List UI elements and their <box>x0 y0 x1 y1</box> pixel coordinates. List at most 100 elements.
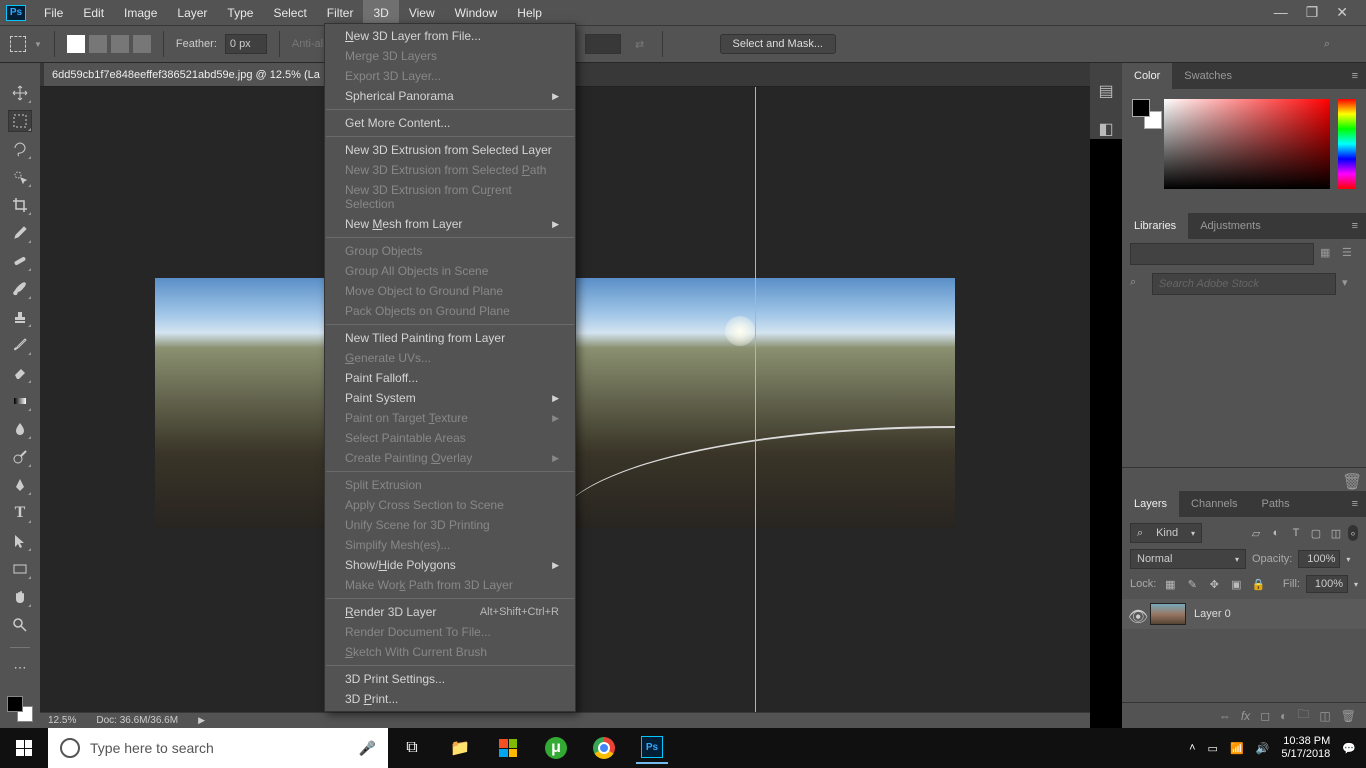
dodge-tool[interactable] <box>9 447 31 467</box>
menu-item[interactable]: Get More Content... <box>325 113 575 133</box>
mask-icon[interactable]: ◻ <box>1260 709 1270 723</box>
blur-tool[interactable] <box>9 419 31 439</box>
fill-input[interactable]: 100% <box>1306 575 1348 593</box>
tab-color[interactable]: Color <box>1122 63 1172 89</box>
layer-filter-kind[interactable]: ⌕Kind▾ <box>1130 523 1202 543</box>
menu-select[interactable]: Select <box>263 0 316 25</box>
zoom-tool[interactable] <box>9 615 31 635</box>
new-layer-icon[interactable]: ◫ <box>1319 709 1330 723</box>
shape-tool[interactable] <box>9 559 31 579</box>
type-tool[interactable]: T <box>9 503 31 523</box>
visibility-icon[interactable]: 👁 <box>1128 607 1142 621</box>
layer-name[interactable]: Layer 0 <box>1194 608 1231 620</box>
link-layers-icon[interactable]: ⇔ <box>1219 709 1231 723</box>
tray-expand-icon[interactable]: ˄ <box>1189 742 1195 754</box>
tab-adjustments[interactable]: Adjustments <box>1188 213 1273 239</box>
filter-adjust-icon[interactable]: ◐ <box>1268 525 1284 541</box>
group-icon[interactable]: 🗀 <box>1297 705 1309 726</box>
eraser-tool[interactable] <box>9 363 31 383</box>
pen-tool[interactable] <box>9 475 31 495</box>
eyedropper-tool[interactable] <box>9 223 31 243</box>
delete-layer-icon[interactable]: 🗑 <box>1341 709 1356 723</box>
lock-artboard-icon[interactable]: ▣ <box>1228 576 1244 592</box>
menu-item[interactable]: New Mesh from Layer▶ <box>325 214 575 234</box>
lock-all-icon[interactable]: 🔒 <box>1250 576 1266 592</box>
grid-view-icon[interactable]: ▦ <box>1320 246 1336 262</box>
menu-item[interactable]: New 3D Extrusion from Selected Layer <box>325 140 575 160</box>
layer-thumbnail[interactable] <box>1150 603 1186 625</box>
wifi-icon[interactable]: 📶 <box>1230 742 1244 755</box>
minimize-icon[interactable]: — <box>1274 4 1288 21</box>
blend-mode-select[interactable]: Normal▾ <box>1130 549 1246 569</box>
photoshop-taskbar-icon[interactable]: Ps <box>636 732 668 764</box>
menu-image[interactable]: Image <box>114 0 167 25</box>
zoom-level[interactable]: 12.5% <box>48 715 76 726</box>
path-select-tool[interactable] <box>9 531 31 551</box>
filter-shape-icon[interactable]: ▢ <box>1308 525 1324 541</box>
panel-menu-icon[interactable]: ≡ <box>1344 491 1366 517</box>
restore-icon[interactable]: ❐ <box>1306 4 1319 21</box>
feather-input[interactable]: 0 px <box>225 34 267 54</box>
stamp-tool[interactable] <box>9 307 31 327</box>
panel-menu-icon[interactable]: ≡ <box>1344 213 1366 239</box>
marquee-tool[interactable] <box>9 111 31 131</box>
hand-tool[interactable] <box>9 587 31 607</box>
menu-item[interactable]: Paint Falloff... <box>325 368 575 388</box>
menu-item[interactable]: Paint System▶ <box>325 388 575 408</box>
trash-icon[interactable]: 🗑 <box>1342 472 1358 488</box>
history-panel-icon[interactable]: ▤ <box>1096 81 1116 101</box>
tab-paths[interactable]: Paths <box>1250 491 1302 517</box>
healing-tool[interactable] <box>9 251 31 271</box>
task-view-icon[interactable]: ⧉ <box>396 732 428 764</box>
opacity-input[interactable]: 100% <box>1298 550 1340 568</box>
menu-item[interactable]: 3D Print Settings... <box>325 669 575 689</box>
search-icon[interactable]: ⌕ <box>1324 38 1330 51</box>
menu-item[interactable]: New 3D Layer from File... <box>325 26 575 46</box>
fx-icon[interactable]: fx <box>1241 709 1250 723</box>
edit-toolbar-icon[interactable]: ⋯ <box>14 660 27 676</box>
tab-libraries[interactable]: Libraries <box>1122 213 1188 239</box>
menu-help[interactable]: Help <box>507 0 552 25</box>
color-fg-bg[interactable] <box>1132 99 1156 123</box>
layer-row[interactable]: 👁 Layer 0 <box>1122 599 1366 629</box>
menu-layer[interactable]: Layer <box>167 0 217 25</box>
menu-item[interactable]: Spherical Panorama▶ <box>325 86 575 106</box>
windows-search[interactable]: Type here to search 🎤 <box>48 728 388 768</box>
utorrent-icon[interactable]: μ <box>540 732 572 764</box>
filter-smart-icon[interactable]: ◫ <box>1328 525 1344 541</box>
menu-3d[interactable]: 3D <box>363 0 398 25</box>
menu-edit[interactable]: Edit <box>73 0 114 25</box>
lasso-tool[interactable] <box>9 139 31 159</box>
select-and-mask-button[interactable]: Select and Mask... <box>720 34 837 54</box>
battery-icon[interactable]: ▭ <box>1208 742 1218 755</box>
saturation-picker[interactable] <box>1164 99 1330 189</box>
lock-position-icon[interactable]: ✥ <box>1206 576 1222 592</box>
properties-panel-icon[interactable]: ◧ <box>1096 119 1116 139</box>
hue-slider[interactable] <box>1338 99 1356 189</box>
selection-intersect-icon[interactable] <box>133 35 151 53</box>
mic-icon[interactable]: 🎤 <box>359 740 376 757</box>
color-swatches[interactable] <box>7 696 33 722</box>
menu-file[interactable]: File <box>34 0 73 25</box>
selection-add-icon[interactable] <box>89 35 107 53</box>
menu-type[interactable]: Type <box>217 0 263 25</box>
tab-swatches[interactable]: Swatches <box>1172 63 1244 89</box>
lock-pixels-icon[interactable]: ▦ <box>1162 576 1178 592</box>
panel-menu-icon[interactable]: ≡ <box>1344 63 1366 89</box>
menu-window[interactable]: Window <box>445 0 508 25</box>
document-tab[interactable]: 6dd59cb1f7e848eeffef386521abd59e.jpg @ 1… <box>44 63 328 86</box>
close-icon[interactable]: ✕ <box>1336 4 1348 21</box>
menu-item[interactable]: Render 3D LayerAlt+Shift+Ctrl+R <box>325 602 575 622</box>
list-view-icon[interactable]: ☰ <box>1342 246 1358 262</box>
menu-item[interactable]: 3D Print... <box>325 689 575 709</box>
filter-type-icon[interactable]: T <box>1288 525 1304 541</box>
marquee-preset-icon[interactable] <box>10 36 26 52</box>
tab-layers[interactable]: Layers <box>1122 491 1179 517</box>
explorer-icon[interactable]: 📁 <box>444 732 476 764</box>
menu-filter[interactable]: Filter <box>317 0 364 25</box>
move-tool[interactable] <box>9 83 31 103</box>
start-button[interactable] <box>0 728 48 768</box>
doc-size[interactable]: Doc: 36.6M/36.6M <box>96 715 178 726</box>
history-brush-tool[interactable] <box>9 335 31 355</box>
gradient-tool[interactable] <box>9 391 31 411</box>
